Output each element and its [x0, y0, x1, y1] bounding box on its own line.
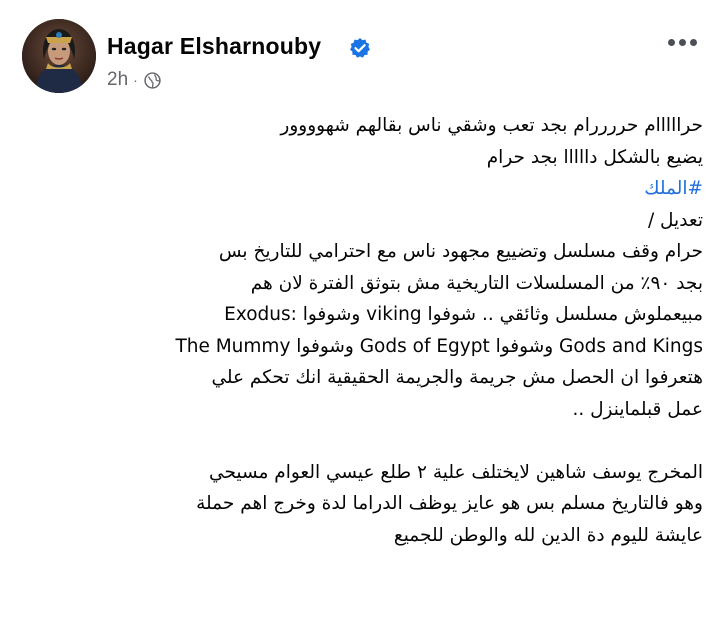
author-avatar[interactable] [22, 19, 96, 93]
post-line: مبيعملوش مسلسل وثائقي .. شوفوا viking وش… [224, 304, 703, 325]
more-dot [679, 38, 686, 46]
post-timestamp[interactable]: 2h [107, 69, 128, 91]
post-line: بجد ٩٠٪ من المسلسلات التاريخية مش بتوثق … [250, 272, 703, 294]
post-line: حرااااام حررررام بجد تعب وشقي ناس بقالهم… [280, 115, 703, 136]
globe-icon[interactable] [144, 71, 161, 89]
post-line: عايشة لليوم دة الدين لله والوطن للجميع [393, 524, 703, 546]
post-line: عمل قبلماينزل .. [572, 398, 703, 420]
post-line: المخرج يوسف شاهين لايختلف علية ٢ طلع عيس… [209, 461, 703, 483]
hashtag-link[interactable]: #الملك [22, 173, 703, 205]
more-dot [690, 38, 697, 46]
post-line: هتعرفوا ان الحصل مش جريمة والجريمة الحقي… [211, 367, 703, 388]
avatar-portrait-icon [22, 19, 96, 93]
more-dot [668, 38, 675, 46]
post-line: حرام وقف مسلسل وتضييع مجهود ناس مع احترا… [218, 241, 703, 262]
meta-separator: · [133, 72, 138, 88]
more-options-icon[interactable] [668, 38, 700, 46]
post-line: Gods and Kings وشوفوا Gods of Egypt وشوف… [175, 335, 703, 357]
post-line: تعديل / [647, 209, 703, 231]
post-line: وهو فالتاريخ مسلم بس هو عايز يوظف الدرام… [196, 493, 703, 514]
author-name[interactable]: Hagar Elsharnouby [107, 33, 321, 60]
post-meta: 2h · [107, 69, 161, 91]
post-line: يضيع بالشكل دااااا بجد حرام [486, 146, 703, 168]
verified-badge-icon [350, 38, 370, 58]
post-body: حرااااام حررررام بجد تعب وشقي ناس بقالهم… [22, 110, 703, 551]
post-header: Hagar Elsharnouby 2h · [0, 0, 715, 110]
